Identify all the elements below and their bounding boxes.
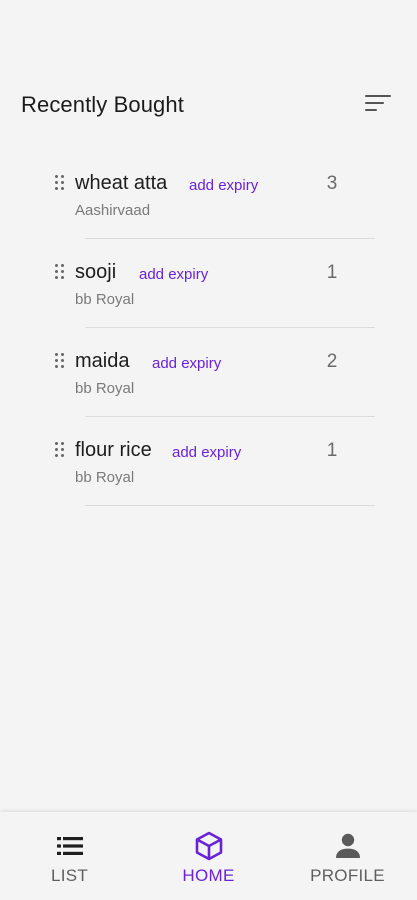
recently-bought-list: wheat atta add expiry Aashirvaad 3 sooji… (0, 156, 417, 512)
nav-label-profile: PROFILE (310, 866, 385, 885)
item-brand: Aashirvaad (75, 202, 151, 219)
list-item[interactable]: flour rice add expiry bb Royal 1 (0, 423, 417, 512)
item-name: wheat atta (75, 172, 168, 194)
list-item[interactable]: wheat atta add expiry Aashirvaad 3 (0, 156, 417, 245)
list-icon (56, 837, 83, 855)
item-name: maida (75, 350, 130, 372)
item-quantity: 1 (326, 440, 338, 461)
item-brand: bb Royal (75, 380, 135, 397)
item-name: sooji (75, 261, 117, 283)
divider (85, 416, 375, 417)
nav-tab-profile[interactable]: PROFILE (278, 812, 417, 900)
divider (85, 505, 375, 506)
drag-handle-icon[interactable] (53, 441, 67, 459)
nav-tab-home[interactable]: HOME (139, 812, 278, 900)
nav-tab-list[interactable]: LIST (0, 812, 139, 900)
nav-label-home: HOME (182, 866, 235, 885)
drag-handle-icon[interactable] (53, 263, 67, 281)
list-item[interactable]: maida add expiry bb Royal 2 (0, 334, 417, 423)
cube-icon (195, 831, 222, 861)
list-item[interactable]: sooji add expiry bb Royal 1 (0, 245, 417, 334)
nav-label-list: LIST (50, 866, 89, 885)
divider (85, 327, 375, 328)
item-quantity: 2 (326, 351, 338, 372)
add-expiry-link[interactable]: add expiry (152, 355, 221, 372)
item-quantity: 1 (326, 262, 338, 283)
sort-button[interactable] (361, 92, 395, 118)
item-name: flour rice (75, 439, 152, 461)
add-expiry-link[interactable]: add expiry (139, 266, 208, 283)
person-icon (335, 833, 360, 858)
item-brand: bb Royal (75, 469, 135, 486)
bottom-navigation: LIST HOME PROFILE (0, 812, 417, 900)
page-title: Recently Bought (21, 92, 184, 117)
header: Recently Bought (0, 78, 417, 134)
drag-handle-icon[interactable] (53, 174, 67, 192)
drag-handle-icon[interactable] (53, 352, 67, 370)
add-expiry-link[interactable]: add expiry (172, 444, 241, 461)
app-screen: Recently Bought wheat atta add expiry Aa… (0, 0, 417, 900)
add-expiry-link[interactable]: add expiry (189, 177, 258, 194)
divider (85, 238, 375, 239)
item-brand: bb Royal (75, 291, 135, 308)
item-quantity: 3 (326, 173, 338, 194)
